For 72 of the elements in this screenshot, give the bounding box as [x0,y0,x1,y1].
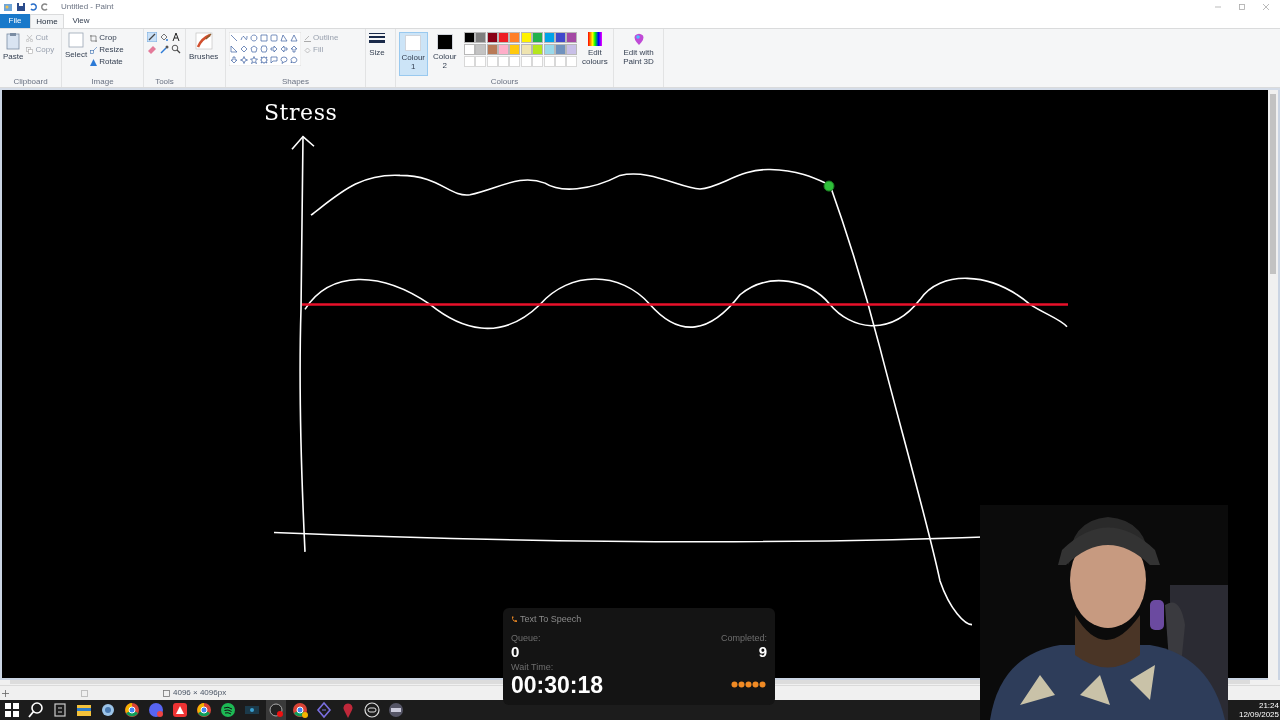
palette-colour[interactable] [486,32,498,43]
group-label: Image [90,77,115,87]
group-label: Colours [489,77,520,87]
queue-count: 0 [511,642,520,661]
queue-label: Queue: [511,632,541,643]
ribbon-tab[interactable]: Home [30,14,64,28]
group-label: Clipboard [12,77,49,87]
line-width-icon [369,32,385,46]
selection-icon [68,32,85,48]
file-menu-button[interactable]: File [0,14,30,28]
widget-title: Text To Speech [520,613,582,626]
completed-label: Completed: [720,632,767,643]
search-icon[interactable] [26,700,46,720]
paint-3d-button[interactable]: Edit with Paint 3D [617,32,660,66]
size-button[interactable]: Size [369,32,385,57]
browser-icon[interactable] [194,700,214,720]
maximize-icon[interactable] [1239,4,1245,10]
paint-app-icon [4,2,13,12]
browser-icon[interactable] [122,700,142,720]
fill-icon [304,46,311,54]
brush-icon [194,32,213,50]
clock-time[interactable]: 21:24 [1258,701,1279,710]
ribbon-tab[interactable]: View [64,14,98,28]
resize-button[interactable]: Resize [90,44,124,56]
rotate-icon [90,58,98,66]
outline-icon [304,34,311,42]
vertical-scrollbar[interactable] [1268,90,1278,680]
completed-count: 9 [758,642,767,661]
copy-icon [26,46,34,54]
pencil-icon[interactable] [147,32,157,42]
group-label: Shapes [280,77,311,87]
canvas-dimensions: 4096 × 4096px [173,687,227,699]
app-icon[interactable] [386,700,406,720]
app-icon[interactable] [170,700,190,720]
text-tool-icon[interactable] [171,32,181,42]
redo-icon[interactable] [41,3,49,11]
shapes-gallery[interactable] [229,32,301,66]
crop-button[interactable]: Crop [90,32,124,44]
dots-indicator-icon [731,681,767,688]
brush-cursor [823,180,835,192]
canvas-size-icon [163,689,170,697]
undo-icon[interactable] [29,3,37,11]
group-label: Tools [154,77,175,87]
resize-icon [90,46,98,54]
close-icon[interactable] [1263,4,1269,10]
colour-slot[interactable]: Colour 2 [430,32,459,76]
selection-size-icon [81,689,88,697]
app-icon[interactable] [362,700,382,720]
select-button[interactable]: Select [65,32,88,59]
palette-colour[interactable] [463,32,475,43]
brushes-button[interactable]: Brushes [189,32,219,61]
paste-button[interactable]: Paste [3,32,24,61]
colour-slot[interactable]: Colour 1 [399,32,428,76]
music-app-icon[interactable] [218,700,238,720]
magnifier-icon[interactable] [171,44,181,54]
edit-colours-button[interactable]: Edit colours [579,32,610,66]
rotate-button[interactable]: Rotate [90,56,124,68]
crop-icon [90,34,98,42]
canvas-handwritten-label: Stress [264,99,338,127]
phone-icon [511,616,518,624]
colour-picker-icon[interactable] [159,44,169,54]
wait-time-label: Wait Time: [511,661,555,672]
move-cursor-icon [2,689,9,697]
scissors-icon [26,34,34,42]
browser-icon[interactable] [290,700,310,720]
windows-start-icon[interactable] [2,700,22,720]
save-icon[interactable] [17,3,25,11]
fill-bucket-icon[interactable] [159,32,169,42]
clipboard-icon [6,32,21,50]
window-title: Untitled - Paint [61,1,114,13]
colour-spectrum-icon [587,32,602,46]
clock-date[interactable]: 12/09/2025 [1238,710,1279,719]
